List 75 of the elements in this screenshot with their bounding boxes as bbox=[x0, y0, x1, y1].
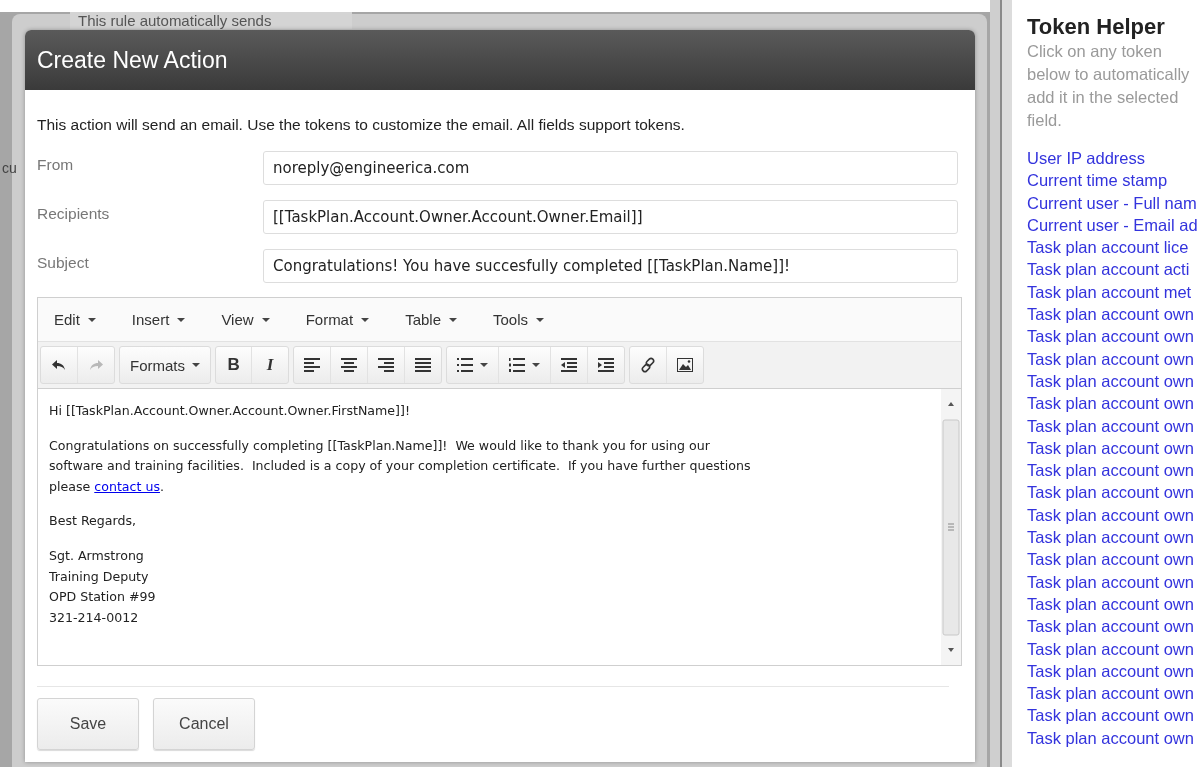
dialog-title: Create New Action bbox=[37, 46, 228, 74]
formats-button[interactable]: Formats bbox=[120, 347, 210, 383]
input-field[interactable]: [[TaskPlan.Account.Owner.Account.Owner.Email]] bbox=[263, 200, 958, 234]
indent-icon bbox=[598, 358, 614, 372]
menu-item[interactable]: Edit bbox=[44, 307, 106, 332]
token-link[interactable]: Task plan account own bbox=[1027, 548, 1203, 571]
align-right-icon bbox=[378, 358, 394, 372]
menu-item[interactable]: Format bbox=[295, 307, 380, 332]
panel-description: Click on any token below to automatically add it in the selected field. bbox=[1027, 41, 1191, 131]
numbered-list-icon bbox=[509, 358, 525, 372]
link-icon bbox=[640, 357, 656, 373]
token-link[interactable]: User IP address bbox=[1027, 147, 1203, 170]
token-link[interactable]: Task plan account own bbox=[1027, 726, 1203, 749]
caret-icon bbox=[261, 317, 270, 322]
token-link[interactable]: Task plan account own bbox=[1027, 392, 1203, 415]
input-field[interactable]: Congratulations! You have succesfully completed [[TaskPlan.Name]]! bbox=[263, 249, 958, 283]
caret-icon bbox=[192, 363, 200, 367]
contact-link[interactable]: contact us bbox=[94, 478, 160, 494]
token-link[interactable]: Task plan account own bbox=[1027, 704, 1203, 727]
token-link[interactable]: Task plan account own bbox=[1027, 459, 1203, 482]
bold-button[interactable]: B bbox=[216, 347, 252, 383]
caret-icon bbox=[177, 317, 186, 322]
token-link[interactable]: Task plan account own bbox=[1027, 369, 1203, 393]
bullet-list-icon bbox=[457, 358, 473, 372]
token-link[interactable]: Task plan account own bbox=[1027, 414, 1203, 437]
token-link[interactable]: Current user - Full nam bbox=[1027, 191, 1203, 214]
cancel-button[interactable]: Cancel bbox=[153, 698, 255, 750]
field-label: From bbox=[37, 156, 75, 174]
align-center-icon bbox=[341, 358, 357, 372]
field-label: Recipients bbox=[37, 205, 111, 223]
panel-title: Token Helper bbox=[1027, 14, 1166, 40]
token-link[interactable]: Task plan account lice bbox=[1027, 236, 1203, 259]
menu-item[interactable]: Table bbox=[395, 307, 467, 332]
menu-item[interactable]: View bbox=[211, 307, 280, 332]
token-link[interactable]: Task plan account own bbox=[1027, 682, 1203, 705]
token-link[interactable]: Task plan account own bbox=[1027, 347, 1203, 370]
align-left-icon bbox=[304, 358, 320, 372]
token-link[interactable]: Task plan account own bbox=[1027, 436, 1203, 460]
token-link[interactable]: Task plan account own bbox=[1027, 503, 1203, 527]
dialog-description: This action will send an email. Use the tokens to customize the email. All fields support tokens. bbox=[37, 116, 686, 135]
token-link[interactable]: Task plan account own bbox=[1027, 615, 1203, 638]
menu-item[interactable]: Tools bbox=[483, 307, 555, 332]
background-text: This rule automatically sends bbox=[70, 12, 352, 29]
caret-icon bbox=[536, 317, 545, 322]
token-link[interactable]: Task plan account own bbox=[1027, 325, 1203, 348]
token-link[interactable]: Task plan account own bbox=[1027, 637, 1203, 660]
signature-text: Sgt. Armstrong Training Deputy OPD Station #99 321-214-0012 bbox=[49, 546, 157, 627]
caret-icon bbox=[480, 363, 488, 367]
token-link[interactable]: Task plan account own bbox=[1027, 592, 1203, 616]
caret-icon bbox=[449, 317, 457, 322]
token-link[interactable]: Task plan account acti bbox=[1027, 258, 1203, 281]
save-button[interactable]: Save bbox=[37, 698, 139, 750]
token-link[interactable]: Current time stamp bbox=[1027, 169, 1203, 192]
token-link[interactable]: Task plan account met bbox=[1027, 280, 1203, 304]
caret-icon bbox=[361, 317, 370, 322]
caret-icon bbox=[532, 363, 540, 367]
field-label: Subject bbox=[37, 254, 90, 272]
token-link[interactable]: Task plan account own bbox=[1027, 481, 1203, 504]
input-field[interactable]: noreply@engineerica.com bbox=[263, 151, 958, 185]
caret-icon bbox=[87, 317, 96, 322]
italic-button[interactable]: I bbox=[252, 347, 288, 383]
token-link[interactable]: Current user - Email ad bbox=[1027, 213, 1203, 237]
token-link[interactable]: Task plan account own bbox=[1027, 303, 1203, 326]
token-link[interactable]: Task plan account own bbox=[1027, 570, 1203, 593]
token-link[interactable]: Task plan account own bbox=[1027, 526, 1203, 549]
background-text: cu bbox=[2, 160, 17, 176]
scrollbar[interactable] bbox=[941, 389, 961, 665]
email-paragraph: Best Regards, bbox=[49, 512, 138, 531]
outdent-icon bbox=[561, 358, 577, 372]
image-icon bbox=[677, 358, 693, 372]
menu-item[interactable]: Insert bbox=[121, 307, 196, 332]
justify-icon bbox=[415, 358, 431, 372]
token-link[interactable]: Task plan account own bbox=[1027, 659, 1203, 683]
email-paragraph: Congratulations on successfully completing [[TaskPlan.Name]]! We would like to thank you for using our software and training facilities. Included is a copy of your completion certificate. If you have further questions please contact us. bbox=[49, 436, 752, 496]
email-paragraph: Hi [[TaskPlan.Account.Owner.Account.Owner.FirstName]]! bbox=[49, 402, 411, 420]
